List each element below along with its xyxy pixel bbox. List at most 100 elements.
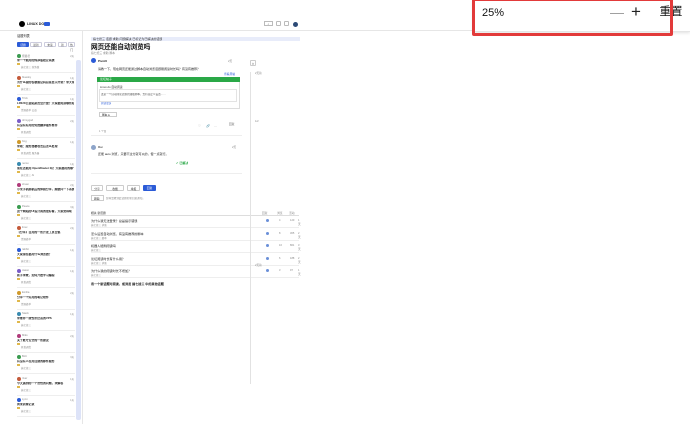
list-item[interactable]: Jason 1天 新手求教，如何开始学习编程 开发调优 [17,268,75,288]
site-name[interactable]: LINUX DO [27,22,44,26]
item-title[interactable]: 为什么我的谷歌验证码总是显示异常？求大佬帮忙看看 [17,81,74,84]
row-tags[interactable]: 搞七捻三 脚本 [91,236,107,240]
item-tags[interactable]: 搞七捻三 纯净版 [21,65,39,69]
list-item[interactable]: rabbit 1天 大家现在都用什么浏览器？ 搞七捻三 [17,247,75,267]
item-tags[interactable]: 搞七捻三 AI [21,173,34,177]
item-tags[interactable]: 开发调优 [21,130,31,134]
avatar[interactable] [293,22,298,27]
sidebar-tab[interactable]: 新 [58,42,67,47]
sidebar-tab[interactable]: 话题 [17,42,29,47]
list-item[interactable]: Peace 3天 这个网站的UI设计真的很好看，大家觉得呢 搞七捻三 [17,204,75,224]
search-icon[interactable]: ⌕ [264,21,273,26]
avatar[interactable] [17,54,21,58]
list-item[interactable]: Trick 1天 LINUX公益站是否会开放？大家都知道哪些站点 资源荟萃 公益 [17,96,75,116]
list-item[interactable]: linux 2天 【分享】自用的一些开发工具合集 资源荟萃 [17,225,75,245]
avatar[interactable] [266,244,269,247]
like-icon[interactable]: ♡ [198,124,201,128]
breadcrumb-text[interactable]: 搞七捻三 话题 求助 问题解决 已标记为已解决的话题 [93,37,162,41]
post-author[interactable]: Rai [98,145,103,149]
item-title[interactable]: 求一个能用的纯净版稳定系统 [17,59,74,62]
table-row[interactable]: 论坛阅读时长有什么用？ 搞七捻三 求助 6 188 2天 [91,255,301,266]
table-row[interactable]: 机器人能刷阅读吗 搞七捻三 16 861 3天 [91,242,301,253]
menu-icon[interactable] [276,21,281,26]
source-link[interactable]: 查看原帖 [224,72,235,76]
reply-button[interactable]: 回复 [143,185,156,191]
avatar[interactable] [17,398,21,402]
item-tags[interactable]: 开发调优 [21,280,31,284]
related-tabs[interactable]: 相关 新话题 [91,211,106,215]
avatar[interactable] [17,333,21,338]
item-title[interactable]: 有没有好用的免费翻译插件推荐 [17,124,74,127]
item-title[interactable]: 有没有人在用自建的邮件服务 [17,360,74,363]
item-title[interactable]: 大家现在都用什么浏览器？ [17,253,74,256]
row-tags[interactable]: 搞七捻三 求助 [91,261,107,265]
list-item[interactable]: Stack 1天 求推荐一款性价比高的VPS 搞七捻三 [17,311,75,331]
more-icon[interactable]: … [214,124,217,128]
avatar[interactable] [17,140,21,144]
item-title[interactable]: 今天遇到的一个奇怪的问题，求解答 [17,382,74,385]
avatar[interactable] [17,269,21,273]
item-tags[interactable]: 开发调优 [21,345,31,349]
avatar[interactable] [17,290,21,295]
avatar[interactable] [17,376,21,381]
list-item[interactable]: 熊猫君 2天 求一个能用的纯净版稳定系统 搞七捻三 纯净版 [17,53,75,73]
avatar[interactable] [17,312,21,316]
share-button[interactable]: 分享 [91,185,103,191]
item-title[interactable]: 小米手机刷机后的体验分享，顺便问一下系统选择 [17,188,74,191]
sidebar-tab[interactable]: 热门 [68,42,75,52]
topic-tags[interactable]: 搞七捻三 求助 脚本 [91,51,115,55]
logo-icon[interactable] [19,21,25,27]
item-tags[interactable]: 搞七捻三 [21,87,31,91]
list-item[interactable]: frog 1天 求助：服务器被攻击后怎么处理 开发调优 服务器 [17,139,75,159]
item-title[interactable]: 关于账号安全的一些建议 [17,339,74,342]
list-item[interactable]: nemo 1天 现在还能用 OpenRouter 吗？大家都用的哪个模型 搞七捻… [17,161,75,181]
item-title[interactable]: 现在还能用 OpenRouter 吗？大家都用的哪个模型 [17,167,74,170]
avatar[interactable] [266,256,269,260]
item-tags[interactable]: 搞七捻三 [21,259,31,263]
item-title[interactable]: 求助：服务器被攻击后怎么处理 [17,145,74,148]
item-tags[interactable]: 搞七捻三 [21,388,31,392]
flag-button[interactable]: 举报 [127,185,140,191]
avatar[interactable] [91,58,96,63]
avatar[interactable] [266,219,269,222]
link-icon[interactable]: 🔗 [206,124,210,128]
table-row[interactable]: 为什么我的阅读时长不增加？ 搞七捻三 3 97 1天 [91,267,301,278]
table-row[interactable]: 为什么我无法登录？总是提示错误 搞七捻三 求助 4 120 1天 [91,217,301,228]
avatar[interactable] [17,183,21,187]
zoom-out-button[interactable]: — [609,4,625,20]
row-tags[interactable]: 搞七捻三 [91,248,101,252]
sidebar-tab[interactable]: 最新 [30,42,42,47]
avatar[interactable] [17,226,21,230]
item-tags[interactable]: 搞七捻三 [21,409,31,413]
item-title[interactable]: 【分享】自用的一些开发工具合集 [17,231,74,234]
item-tags[interactable]: 资源荟萃 [21,302,31,306]
reply-button[interactable]: 回复 [229,122,235,126]
tracking-dropdown[interactable]: 跟踪 [91,195,104,201]
list-item[interactable]: bluesky 1天 为什么我的谷歌验证码总是显示异常？求大佬帮忙看看 搞七捻三 [17,75,75,95]
list-item[interactable]: Miko 2天 关于账号安全的一些建议 开发调优 [17,333,75,353]
post-author[interactable]: Pivot0 [98,59,107,63]
item-tags[interactable]: 资源荟萃 公益 [21,108,37,112]
item-title[interactable]: LINUX公益站是否会开放？大家都知道哪些站点 [17,102,74,105]
avatar[interactable] [17,161,21,166]
item-tags[interactable]: 资源荟萃 [21,237,31,241]
item-title[interactable]: 周末折腾记录 [17,403,74,406]
list-item[interactable]: ohmygod 2天 有没有好用的免费翻译插件推荐 开发调优 [17,118,75,138]
list-item[interactable]: Lynn 1天 周末折腾记录 搞七捻三 [17,397,75,417]
attachment-chip[interactable]: 脚本.js [99,112,117,117]
avatar[interactable] [17,204,21,209]
sidebar-tab[interactable]: 未读 [44,42,56,47]
timeline-top-button[interactable]: ⇧ [250,60,256,66]
embed-read-more[interactable]: 阅读更多 [101,102,111,106]
item-tags[interactable]: 搞七捻三 [21,216,31,220]
avatar[interactable] [91,145,96,150]
item-title[interactable]: 求推荐一款性价比高的VPS [17,317,74,320]
zoom-in-button[interactable]: + [627,3,645,21]
table-row[interactable]: 怎么设置自动浏览，有没有推荐的脚本 搞七捻三 脚本 8 305 2天 [91,230,301,241]
sidebar-scrollbar[interactable] [76,60,81,420]
avatar[interactable] [17,118,21,123]
list-item[interactable]: river 1天 今天遇到的一个奇怪的问题，求解答 搞七捻三 [17,376,75,396]
avatar[interactable] [17,247,21,252]
avatar[interactable] [17,97,21,101]
item-title[interactable]: 这个网站的UI设计真的很好看，大家觉得呢 [17,210,74,213]
